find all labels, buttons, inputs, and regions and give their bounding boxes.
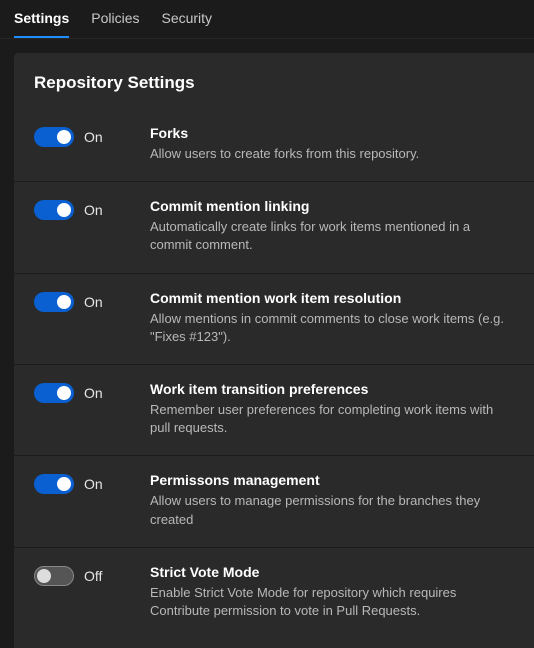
setting-title: Commit mention linking — [150, 198, 508, 214]
tab-policies[interactable]: Policies — [91, 10, 139, 38]
setting-title: Commit mention work item resolution — [150, 290, 508, 306]
setting-content: Strict Vote ModeEnable Strict Vote Mode … — [150, 564, 514, 620]
toggle-knob — [57, 130, 71, 144]
toggle-state-label: On — [84, 383, 103, 403]
toggle-knob — [57, 386, 71, 400]
setting-content: Commit mention linking Automatically crea… — [150, 198, 514, 254]
toggle-group: On — [34, 125, 134, 163]
toggle-work-item-transition[interactable] — [34, 383, 74, 403]
toggle-state-label: On — [84, 474, 103, 494]
toggle-forks[interactable] — [34, 127, 74, 147]
toggle-state-label: Off — [84, 566, 102, 586]
toggle-knob — [57, 295, 71, 309]
toggle-state-label: On — [84, 127, 103, 147]
setting-description: Allow users to manage permissions for th… — [150, 492, 508, 528]
setting-title: Work item transition preferences — [150, 381, 508, 397]
setting-row-commit-mention-linking: On Commit mention linking Automatically cr… — [14, 182, 534, 273]
setting-description: Allow users to create forks from this re… — [150, 145, 508, 163]
toggle-commit-mention-resolution[interactable] — [34, 292, 74, 312]
setting-row-permissions-management: On Permissons management Allow users to ma… — [14, 456, 534, 547]
setting-description: Automatically create links for work item… — [150, 218, 508, 254]
toggle-group: Off — [34, 564, 134, 620]
toggle-group: On — [34, 381, 134, 437]
toggle-permissions-management[interactable] — [34, 474, 74, 494]
setting-title: Permissons management — [150, 472, 508, 488]
setting-row-strict-vote-mode: Off Strict Vote ModeEnable Strict Vote Mo… — [14, 548, 534, 638]
setting-content: Commit mention work item resolution Allow… — [150, 290, 514, 346]
setting-row-work-item-transition: On Work item transition preferences Rememb… — [14, 365, 534, 456]
panel-title: Repository Settings — [14, 53, 534, 109]
toggle-group: On — [34, 198, 134, 254]
setting-description: Allow mentions in commit comments to clo… — [150, 310, 508, 346]
toggle-knob — [57, 203, 71, 217]
setting-row-commit-mention-resolution: On Commit mention work item resolution All… — [14, 274, 534, 365]
toggle-group: On — [34, 472, 134, 528]
toggle-knob — [57, 477, 71, 491]
setting-description: Remember user preferences for completing… — [150, 401, 508, 437]
toggle-group: On — [34, 290, 134, 346]
toggle-knob — [37, 569, 51, 583]
setting-title: Strict Vote Mode — [150, 564, 508, 580]
tab-bar: Settings Policies Security — [0, 0, 534, 39]
setting-row-forks: On Forks Allow users to create forks from … — [14, 109, 534, 182]
setting-content: Work item transition preferences Remember… — [150, 381, 514, 437]
tab-settings[interactable]: Settings — [14, 10, 69, 38]
setting-content: Permissons management Allow users to mana… — [150, 472, 514, 528]
setting-title: Forks — [150, 125, 508, 141]
repository-settings-panel: Repository Settings On Forks Allow users t… — [14, 53, 534, 648]
tab-security[interactable]: Security — [161, 10, 212, 38]
toggle-commit-mention-linking[interactable] — [34, 200, 74, 220]
toggle-strict-vote-mode[interactable] — [34, 566, 74, 586]
toggle-state-label: On — [84, 292, 103, 312]
toggle-state-label: On — [84, 200, 103, 220]
setting-content: Forks Allow users to create forks from th… — [150, 125, 514, 163]
